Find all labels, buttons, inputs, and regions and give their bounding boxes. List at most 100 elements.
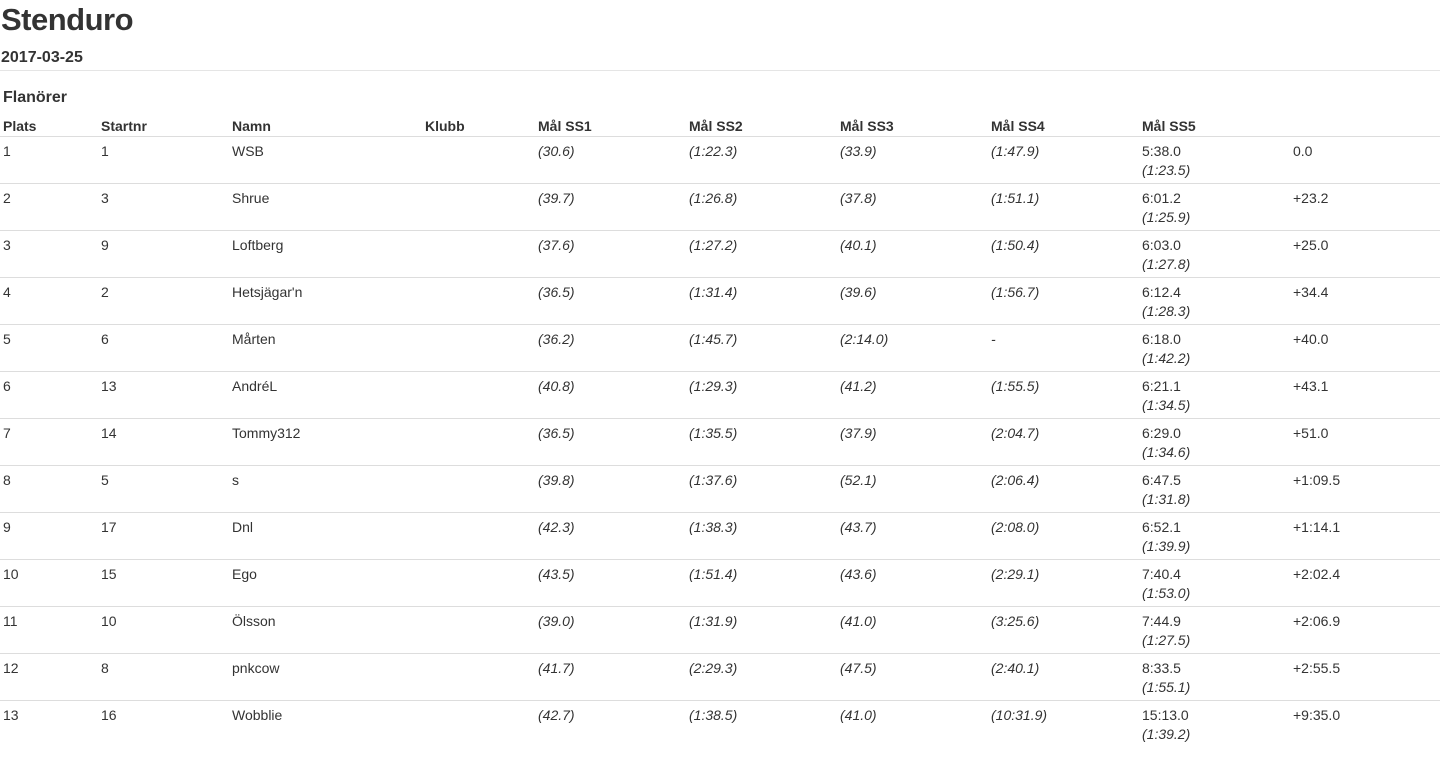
cell-ss3: (2:14.0) xyxy=(837,324,988,372)
total-time: 6:12.4 xyxy=(1142,284,1181,300)
cell-plats: 4 xyxy=(0,277,98,325)
cell-ss3: (43.6) xyxy=(837,559,988,607)
cell-namn: Dnl xyxy=(229,512,422,560)
cell-diff: +9:35.0 xyxy=(1290,700,1440,747)
cell-ss1: (42.3) xyxy=(535,512,686,560)
stage-split-ss5: (1:25.9) xyxy=(1142,209,1191,225)
cell-ss3: (37.9) xyxy=(837,418,988,466)
table-row: 2 3 Shrue (39.7) (1:26.8) (37.8) (1:51.1) 6:01.… xyxy=(0,183,1440,231)
class-title: Flanörer xyxy=(3,89,68,106)
cell-ss1: (39.7) xyxy=(535,183,686,231)
table-row: 7 14 Tommy312 (36.5) (1:35.5) (37.9) (2:04.7) 6… xyxy=(0,418,1440,466)
table-row: 8 5 s (39.8) (1:37.6) (52.1) (2:06.4) 6:47.5 (1:… xyxy=(0,465,1440,513)
column-header-klubb: Klubb xyxy=(422,113,535,137)
cell-klubb xyxy=(422,606,535,654)
table-row: 6 13 AndréL (40.8) (1:29.3) (41.2) (1:55.5) 6:2… xyxy=(0,371,1440,419)
cell-ss1: (43.5) xyxy=(535,559,686,607)
total-time: 6:29.0 xyxy=(1142,425,1181,441)
column-header-plats: Plats xyxy=(0,113,98,137)
stage-split-ss5: (1:28.3) xyxy=(1142,303,1191,319)
cell-plats: 8 xyxy=(0,465,98,513)
cell-ss5: 7:40.4 (1:53.0) xyxy=(1139,559,1290,607)
cell-klubb xyxy=(422,277,535,325)
cell-plats: 2 xyxy=(0,183,98,231)
cell-ss5: 6:29.0 (1:34.6) xyxy=(1139,418,1290,466)
column-header-diff xyxy=(1290,113,1440,137)
cell-ss5: 6:03.0 (1:27.8) xyxy=(1139,230,1290,278)
cell-ss2: (1:31.9) xyxy=(686,606,837,654)
cell-ss2: (1:27.2) xyxy=(686,230,837,278)
cell-ss5: 6:47.5 (1:31.8) xyxy=(1139,465,1290,513)
cell-ss5: 6:21.1 (1:34.5) xyxy=(1139,371,1290,419)
cell-ss1: (41.7) xyxy=(535,653,686,701)
stage-split-ss5: (1:31.8) xyxy=(1142,491,1191,507)
cell-namn: Wobblie xyxy=(229,700,422,747)
cell-ss5: 6:18.0 (1:42.2) xyxy=(1139,324,1290,372)
cell-ss4: (10:31.9) xyxy=(988,700,1139,747)
cell-ss1: (37.6) xyxy=(535,230,686,278)
cell-diff: +51.0 xyxy=(1290,418,1440,466)
table-row: 9 17 Dnl (42.3) (1:38.3) (43.7) (2:08.0) 6:52.1… xyxy=(0,512,1440,560)
cell-ss5: 6:01.2 (1:25.9) xyxy=(1139,183,1290,231)
column-header-ss2: Mål SS2 xyxy=(686,113,837,137)
cell-startnr: 14 xyxy=(98,418,229,466)
cell-diff: +1:14.1 xyxy=(1290,512,1440,560)
cell-diff: +2:02.4 xyxy=(1290,559,1440,607)
cell-diff: +43.1 xyxy=(1290,371,1440,419)
cell-ss3: (33.9) xyxy=(840,143,877,159)
table-row: 12 8 pnkcow (41.7) (2:29.3) (47.5) (2:40.1) 8:3… xyxy=(0,653,1440,701)
cell-ss5: 7:44.9 (1:27.5) xyxy=(1139,606,1290,654)
cell-ss3: (41.0) xyxy=(837,700,988,747)
cell-startnr: 9 xyxy=(98,230,229,278)
cell-namn: pnkcow xyxy=(229,653,422,701)
cell-ss4: (2:04.7) xyxy=(988,418,1139,466)
column-header-namn: Namn xyxy=(229,113,422,137)
stage-split-ss5: (1:39.2) xyxy=(1142,726,1191,742)
cell-klubb xyxy=(422,559,535,607)
cell-klubb xyxy=(422,700,535,747)
cell-ss3: (47.5) xyxy=(837,653,988,701)
cell-klubb xyxy=(422,183,535,231)
total-time: 6:52.1 xyxy=(1142,519,1181,535)
stage-split-ss5: (1:34.6) xyxy=(1142,444,1191,460)
cell-klubb xyxy=(422,418,535,466)
cell-plats: 10 xyxy=(0,559,98,607)
cell-namn: Hetsjägar'n xyxy=(229,277,422,325)
cell-ss2: (1:22.3) xyxy=(689,143,738,159)
cell-startnr: 17 xyxy=(98,512,229,560)
cell-ss3: (40.1) xyxy=(837,230,988,278)
cell-ss1: (40.8) xyxy=(535,371,686,419)
cell-klubb xyxy=(422,465,535,513)
stage-split-ss5: (1:34.5) xyxy=(1142,397,1191,413)
cell-ss2: (1:45.7) xyxy=(686,324,837,372)
column-header-ss3: Mål SS3 xyxy=(837,113,988,137)
cell-klubb xyxy=(422,137,535,184)
cell-klubb xyxy=(422,512,535,560)
total-time: 6:21.1 xyxy=(1142,378,1181,394)
total-time: 6:18.0 xyxy=(1142,331,1181,347)
cell-ss1: (36.2) xyxy=(535,324,686,372)
cell-startnr: 6 xyxy=(98,324,229,372)
cell-startnr: 16 xyxy=(98,700,229,747)
cell-plats: 6 xyxy=(0,371,98,419)
cell-ss3: (37.8) xyxy=(837,183,988,231)
cell-ss2: (1:29.3) xyxy=(686,371,837,419)
cell-startnr: 2 xyxy=(98,277,229,325)
cell-ss4: (1:47.9) xyxy=(991,143,1040,159)
cell-ss3: (52.1) xyxy=(837,465,988,513)
cell-ss5: 6:12.4 (1:28.3) xyxy=(1139,277,1290,325)
cell-ss4: - xyxy=(988,324,1139,372)
column-header-startnr: Startnr xyxy=(98,113,229,137)
cell-ss5: 15:13.0 (1:39.2) xyxy=(1139,700,1290,747)
cell-diff: +40.0 xyxy=(1290,324,1440,372)
cell-ss4: (2:06.4) xyxy=(988,465,1139,513)
cell-plats: 3 xyxy=(0,230,98,278)
cell-startnr: 1 xyxy=(101,143,109,159)
table-row: 11 10 Ölsson (39.0) (1:31.9) (41.0) (3:25.6) 7:… xyxy=(0,606,1440,654)
cell-plats: 12 xyxy=(0,653,98,701)
stage-split-ss5: (1:53.0) xyxy=(1142,585,1191,601)
cell-ss4: (1:56.7) xyxy=(988,277,1139,325)
cell-namn: s xyxy=(229,465,422,513)
cell-startnr: 5 xyxy=(98,465,229,513)
cell-diff: +2:55.5 xyxy=(1290,653,1440,701)
